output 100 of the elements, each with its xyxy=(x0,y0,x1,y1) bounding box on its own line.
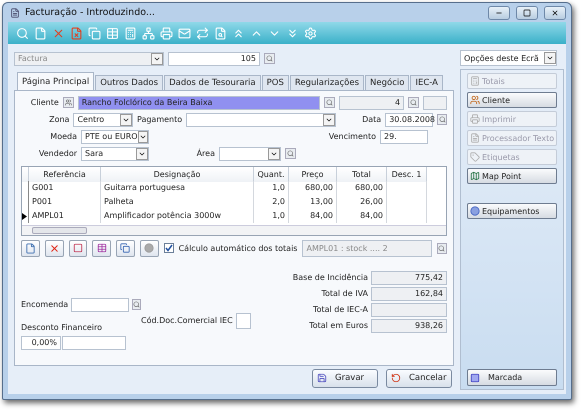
repeat-icon[interactable] xyxy=(196,26,209,40)
table-icon[interactable] xyxy=(106,26,119,40)
total-label: Total de IVA xyxy=(321,289,368,298)
tab[interactable]: Regularizações xyxy=(290,75,364,90)
desconto-value-field[interactable] xyxy=(62,336,126,350)
users-icon xyxy=(470,95,480,105)
close-button[interactable] xyxy=(544,6,566,20)
client-card-icon[interactable] xyxy=(62,97,74,108)
minimize-button[interactable] xyxy=(488,6,510,20)
search-icon[interactable] xyxy=(16,26,29,40)
vendedor-select[interactable]: Sara xyxy=(81,146,149,160)
column-header[interactable]: Designação xyxy=(101,167,254,182)
square-icon xyxy=(72,243,83,253)
circle-icon xyxy=(144,243,154,253)
moeda-select[interactable]: PTE ou EURO xyxy=(81,130,149,144)
last-icon[interactable] xyxy=(286,26,299,40)
row-selector[interactable] xyxy=(22,209,29,223)
cod-doc-label: Cód.Doc.Comercial IEC xyxy=(141,316,233,325)
square-icon xyxy=(470,372,480,382)
total-value-field: 162,84 xyxy=(371,286,447,300)
search-icon[interactable] xyxy=(436,242,447,254)
copy-button[interactable] xyxy=(116,240,135,256)
client-extra-field[interactable] xyxy=(423,96,447,110)
close-icon[interactable] xyxy=(52,26,65,40)
save-button[interactable]: Gravar xyxy=(312,368,378,388)
tab[interactable]: Negócio xyxy=(365,75,410,90)
pagamento-select[interactable] xyxy=(186,112,336,126)
table-cell: 2,0 xyxy=(254,195,289,209)
cancel-button[interactable]: Cancelar xyxy=(386,368,452,388)
table-button[interactable] xyxy=(92,240,112,256)
zona-label: Zona xyxy=(48,115,70,124)
tab[interactable]: Outros Dados xyxy=(95,75,164,90)
data-label: Data xyxy=(361,115,382,124)
table-cell: AMPL01 xyxy=(29,209,101,223)
delete-button[interactable] xyxy=(44,240,64,256)
new-button[interactable] xyxy=(21,240,40,256)
auto-totals-checkbox[interactable] xyxy=(164,243,174,253)
maximize-icon xyxy=(523,8,531,17)
settings-icon[interactable] xyxy=(304,26,317,40)
table-cell: 680,00 xyxy=(289,181,337,195)
search-icon[interactable] xyxy=(264,53,275,64)
table-cell: 13,00 xyxy=(289,195,337,209)
option-button[interactable]: Cliente xyxy=(467,92,558,108)
column-header[interactable]: Preço xyxy=(289,167,337,182)
total-label: Total de IEC-A xyxy=(313,305,368,314)
option-button[interactable]: Equipamentos xyxy=(467,203,558,219)
column-header[interactable]: Quant. xyxy=(254,167,289,182)
column-header[interactable]: Total xyxy=(337,167,387,182)
tab[interactable]: Página Principal xyxy=(17,72,94,90)
marcada-button[interactable]: Marcada xyxy=(467,369,558,386)
maximize-button[interactable] xyxy=(516,6,538,20)
search-icon[interactable] xyxy=(324,97,336,108)
copy-icon[interactable] xyxy=(88,26,101,40)
undo-icon xyxy=(391,373,401,383)
moeda-label: Moeda xyxy=(49,132,77,141)
delete-icon xyxy=(48,242,60,254)
desconto-percent-field[interactable]: 0,00% xyxy=(21,336,61,350)
tag-icon xyxy=(470,152,480,162)
option-button[interactable]: Map Point xyxy=(467,168,558,184)
column-header[interactable]: Desc. 1 xyxy=(387,167,427,182)
search-icon[interactable] xyxy=(285,148,296,159)
vencimento-label: Vencimento xyxy=(328,132,376,141)
area-select[interactable] xyxy=(219,146,281,160)
zona-select[interactable]: Centro xyxy=(73,112,133,126)
horizontal-scrollbar[interactable] xyxy=(22,225,446,235)
document-icon[interactable] xyxy=(34,26,47,40)
caret-icon xyxy=(546,54,554,62)
total-value-field: 775,42 xyxy=(371,270,447,284)
total-label: Total em Euros xyxy=(309,321,368,330)
tab[interactable]: IEC-A xyxy=(410,75,443,90)
document-number-field[interactable]: 105 xyxy=(168,52,260,66)
table-cell: 680,00 xyxy=(337,181,387,195)
delete-document-icon[interactable] xyxy=(70,26,83,40)
column-header[interactable]: Referência xyxy=(29,167,101,182)
search-icon[interactable] xyxy=(408,97,420,108)
area-label: Área xyxy=(196,149,215,158)
table-cell: Guitarra portuguesa xyxy=(101,181,254,195)
encomenda-field[interactable] xyxy=(71,298,129,312)
map-icon xyxy=(470,171,480,181)
tab[interactable]: POS xyxy=(262,75,289,90)
options-select[interactable]: Opções deste Ecrã xyxy=(460,50,557,66)
search-icon[interactable] xyxy=(437,114,447,125)
calculator-icon[interactable] xyxy=(124,26,137,40)
floppy-icon xyxy=(317,373,327,383)
client-name-field[interactable]: Rancho Folclórico da Beira Baixa xyxy=(78,96,320,110)
preview-icon[interactable] xyxy=(214,26,227,40)
vendedor-label: Vendedor xyxy=(38,149,77,158)
mail-icon[interactable] xyxy=(178,26,191,40)
network-icon[interactable] xyxy=(142,26,155,40)
search-icon[interactable] xyxy=(132,299,141,310)
table-cell: P001 xyxy=(29,195,101,209)
circle-icon xyxy=(470,206,480,216)
stock-info-field: AMPL01 : stock .... 2 xyxy=(302,240,432,256)
cod-doc-field[interactable] xyxy=(236,312,251,328)
tab[interactable]: Dados de Tesouraria xyxy=(164,75,261,90)
client-number-field[interactable]: 4 xyxy=(339,96,404,110)
data-field[interactable]: 30.08.2008 xyxy=(385,112,434,126)
printer-icon[interactable] xyxy=(160,26,173,40)
vencimento-field[interactable]: 29. xyxy=(380,130,428,144)
window-title: Facturação - Introduzindo... xyxy=(25,7,156,18)
